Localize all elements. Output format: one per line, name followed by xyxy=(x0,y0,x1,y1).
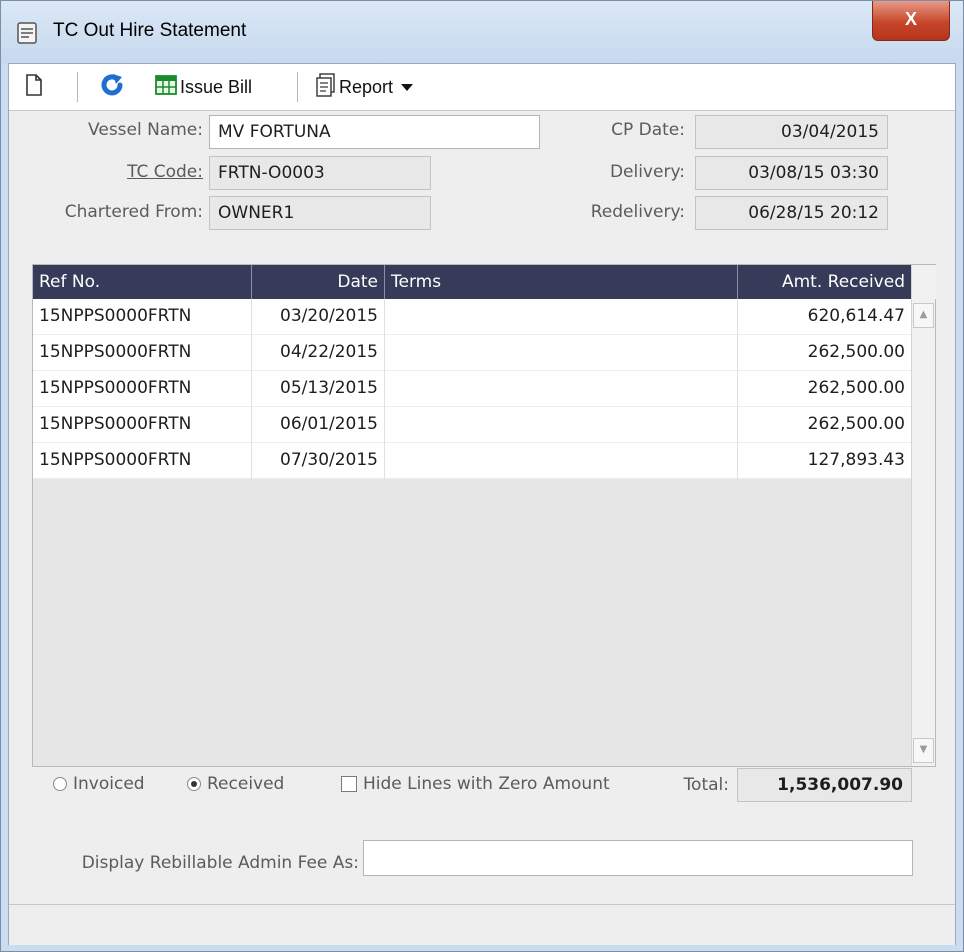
cell-date[interactable]: 04/22/2015 xyxy=(252,335,385,371)
cell-date[interactable]: 07/30/2015 xyxy=(252,443,385,479)
tc-code-link[interactable]: TC Code: xyxy=(127,162,203,182)
dropdown-arrow-icon xyxy=(401,77,414,97)
statement-grid: Ref No. Date Terms Amt. Received 15NPPS0… xyxy=(32,264,936,767)
cell-amt-received[interactable]: 127,893.43 xyxy=(738,443,911,479)
status-bar xyxy=(9,904,955,945)
cell-ref-no[interactable]: 15NPPS0000FRTN xyxy=(33,371,252,407)
received-radio[interactable]: Received xyxy=(187,774,284,794)
received-label: Received xyxy=(207,774,285,794)
cell-amt-received[interactable]: 262,500.00 xyxy=(738,407,911,443)
tc-code-label[interactable]: TC Code: xyxy=(29,162,203,182)
cell-ref-no[interactable]: 15NPPS0000FRTN xyxy=(33,443,252,479)
grid-scrollbar[interactable]: ▲ ▼ xyxy=(911,265,936,766)
new-document-icon xyxy=(25,73,43,102)
cell-amt-received[interactable]: 262,500.00 xyxy=(738,371,911,407)
cell-date[interactable]: 03/20/2015 xyxy=(252,299,385,335)
chartered-from-field: OWNER1 xyxy=(209,196,431,230)
cell-terms[interactable] xyxy=(385,407,738,443)
table-row[interactable]: 15NPPS0000FRTN 03/20/2015 620,614.47 xyxy=(33,299,911,335)
window-title: TC Out Hire Statement xyxy=(53,20,247,41)
grid-header: Ref No. Date Terms Amt. Received xyxy=(33,265,911,299)
vessel-name-label: Vessel Name: xyxy=(88,120,203,140)
issue-bill-label: Issue Bill xyxy=(180,76,253,97)
total-label: Total: xyxy=(683,775,729,795)
total-field: 1,536,007.90 xyxy=(737,768,912,802)
statement-window-icon xyxy=(17,22,37,44)
column-header-date[interactable]: Date xyxy=(252,265,385,299)
chartered-from-label: Chartered From: xyxy=(64,202,203,222)
toolbar: Issue Bill Report xyxy=(9,64,955,111)
scroll-up-button[interactable]: ▲ xyxy=(913,303,934,328)
cell-terms[interactable] xyxy=(385,299,738,335)
cell-amt-received[interactable]: 262,500.00 xyxy=(738,335,911,371)
column-header-terms[interactable]: Terms xyxy=(385,265,738,299)
invoiced-radio[interactable]: Invoiced xyxy=(53,774,145,794)
title-bar: TC Out Hire Statement X xyxy=(1,1,963,63)
tc-code-field: FRTN-O0003 xyxy=(209,156,431,190)
table-row[interactable]: 15NPPS0000FRTN 05/13/2015 262,500.00 xyxy=(33,371,911,407)
cell-date[interactable]: 05/13/2015 xyxy=(252,371,385,407)
cell-terms[interactable] xyxy=(385,371,738,407)
redelivery-label: Redelivery: xyxy=(590,202,685,222)
cell-terms[interactable] xyxy=(385,335,738,371)
hide-zero-checkbox-box[interactable] xyxy=(341,776,357,792)
toolbar-separator xyxy=(77,72,78,102)
close-button[interactable]: X xyxy=(872,1,950,41)
redelivery-field: 06/28/15 20:12 xyxy=(695,196,888,230)
column-header-ref-no[interactable]: Ref No. xyxy=(33,265,252,299)
cell-amt-received[interactable]: 620,614.47 xyxy=(738,299,911,335)
refresh-icon xyxy=(99,72,125,103)
hide-zero-checkbox[interactable]: Hide Lines with Zero Amount xyxy=(341,774,610,794)
close-icon: X xyxy=(904,9,917,29)
cell-terms[interactable] xyxy=(385,443,738,479)
scroll-up-icon: ▲ xyxy=(919,309,928,320)
scroll-down-icon: ▼ xyxy=(919,744,928,755)
admin-fee-label: Display Rebillable Admin Fee As: xyxy=(81,853,359,873)
report-label: Report xyxy=(339,76,394,97)
cell-ref-no[interactable]: 15NPPS0000FRTN xyxy=(33,407,252,443)
grid-body: 15NPPS0000FRTN 03/20/2015 620,614.47 15NPPS… xyxy=(33,299,911,479)
cp-date-label: CP Date: xyxy=(611,120,685,140)
client-area: Issue Bill Report Vessel Name: MV FORTUN… xyxy=(8,63,956,945)
received-radio-dot[interactable] xyxy=(187,777,201,791)
refresh-button[interactable] xyxy=(99,72,125,102)
table-row[interactable]: 15NPPS0000FRTN 06/01/2015 262,500.00 xyxy=(33,407,911,443)
invoiced-label: Invoiced xyxy=(73,774,145,794)
table-row[interactable]: 15NPPS0000FRTN 07/30/2015 127,893.43 xyxy=(33,443,911,479)
delivery-label: Delivery: xyxy=(609,162,685,182)
scroll-down-button[interactable]: ▼ xyxy=(913,738,934,763)
cp-date-field: 03/04/2015 xyxy=(695,115,888,149)
column-header-amt-received[interactable]: Amt. Received xyxy=(738,265,911,299)
toolbar-separator xyxy=(297,72,298,102)
hide-zero-label: Hide Lines with Zero Amount xyxy=(363,774,610,794)
cell-ref-no[interactable]: 15NPPS0000FRTN xyxy=(33,335,252,371)
issue-bill-icon xyxy=(155,74,177,101)
issue-bill-button[interactable]: Issue Bill xyxy=(155,72,252,102)
delivery-field: 03/08/15 03:30 xyxy=(695,156,888,190)
cell-ref-no[interactable]: 15NPPS0000FRTN xyxy=(33,299,252,335)
new-button[interactable] xyxy=(25,72,43,102)
report-button[interactable]: Report xyxy=(315,72,414,102)
vessel-name-field[interactable]: MV FORTUNA xyxy=(209,115,540,149)
invoiced-radio-dot[interactable] xyxy=(53,777,67,791)
cell-date[interactable]: 06/01/2015 xyxy=(252,407,385,443)
table-row[interactable]: 15NPPS0000FRTN 04/22/2015 262,500.00 xyxy=(33,335,911,371)
admin-fee-field[interactable] xyxy=(363,840,913,876)
report-icon xyxy=(315,72,337,102)
window: TC Out Hire Statement X Issue Bill Repor… xyxy=(0,0,964,952)
scrollbar-corner xyxy=(912,265,936,299)
